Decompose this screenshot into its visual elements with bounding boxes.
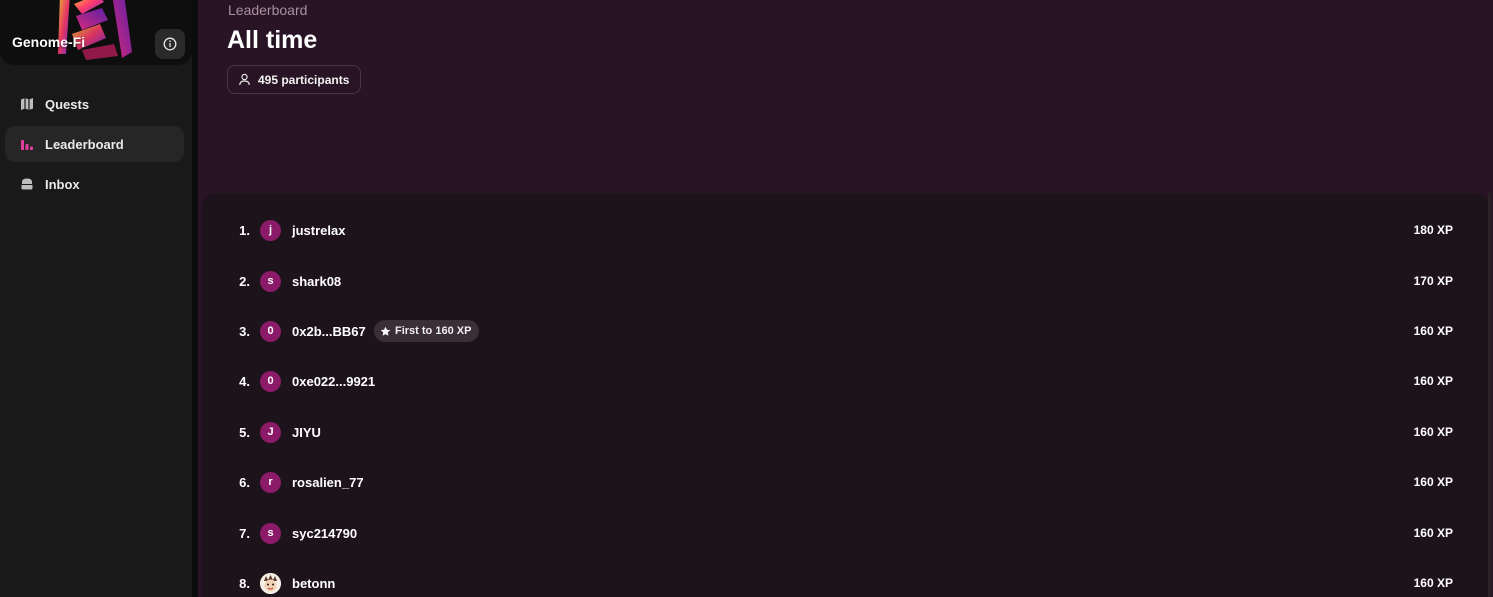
xp-value: 180 XP (1413, 223, 1453, 237)
rank: 7. (239, 525, 250, 541)
brand-logo-art (52, 0, 142, 64)
app-root: Genome-Fi Quests Leaderboard Inbox Leade… (0, 0, 1493, 597)
username[interactable]: justrelax (292, 223, 345, 238)
avatar: s (260, 270, 281, 292)
leaderboard-row[interactable]: 4. 0 0xe022...9921 160 XP (202, 361, 1489, 401)
username[interactable]: JIYU (292, 425, 321, 440)
inbox-icon (19, 176, 35, 192)
avatar: J (260, 421, 281, 443)
info-icon (163, 37, 177, 51)
bar-chart-icon (19, 136, 35, 152)
sidebar-item-label: Leaderboard (45, 136, 124, 152)
xp-value: 160 XP (1413, 324, 1453, 338)
main-content: Leaderboard All time 495 participants 1.… (198, 0, 1493, 597)
leaderboard-row[interactable]: 3. 0 0x2b...BB67 First to 160 XP 160 XP (202, 311, 1489, 351)
brand-name: Genome-Fi (12, 34, 86, 50)
badge-label: First to 160 XP (395, 325, 472, 337)
avatar: 0 (260, 320, 281, 342)
sidebar-nav: Quests Leaderboard Inbox (5, 86, 184, 206)
xp-value: 160 XP (1413, 526, 1453, 540)
achievement-badge: First to 160 XP (374, 320, 480, 342)
xp-value: 160 XP (1413, 374, 1453, 388)
scrollbar[interactable] (1488, 193, 1491, 597)
page-title: All time (227, 26, 318, 54)
username[interactable]: syc214790 (292, 526, 357, 541)
username[interactable]: 0x2b...BB67 (292, 324, 366, 339)
xp-value: 160 XP (1413, 425, 1453, 439)
rank: 5. (239, 424, 250, 440)
sidebar-item-leaderboard[interactable]: Leaderboard (5, 126, 184, 162)
rank: 3. (239, 323, 250, 339)
avatar: j (260, 219, 281, 241)
avatar: r (260, 471, 281, 493)
username[interactable]: rosalien_77 (292, 475, 364, 490)
breadcrumb: Leaderboard (228, 2, 308, 18)
rank: 2. (239, 273, 250, 289)
cartoon-face-icon (260, 572, 281, 594)
sidebar: Genome-Fi Quests Leaderboard Inbox (0, 0, 192, 597)
sidebar-item-inbox[interactable]: Inbox (5, 166, 184, 202)
brand-header: Genome-Fi (0, 0, 192, 65)
participants-count: 495 participants (227, 65, 362, 94)
leaderboard-row[interactable]: 8. betonn 160 XP (202, 563, 1489, 597)
sidebar-item-label: Quests (45, 96, 90, 112)
username[interactable]: 0xe022...9921 (292, 374, 375, 389)
info-button[interactable] (155, 29, 185, 59)
avatar-image (260, 572, 281, 594)
rank: 1. (239, 222, 250, 238)
avatar: 0 (260, 370, 281, 392)
avatar: s (260, 522, 281, 544)
leaderboard-row[interactable]: 6. r rosalien_77 160 XP (202, 462, 1489, 502)
star-icon (380, 326, 391, 336)
sidebar-item-quests[interactable]: Quests (5, 86, 184, 122)
leaderboard-row[interactable]: 2. s shark08 170 XP (202, 261, 1489, 301)
leaderboard-row[interactable]: 5. J JIYU 160 XP (202, 412, 1489, 452)
rank: 6. (239, 474, 250, 490)
sidebar-item-label: Inbox (45, 176, 80, 192)
rank: 8. (239, 575, 250, 591)
participants-label: 495 participants (258, 72, 350, 87)
map-icon (19, 96, 35, 112)
username[interactable]: betonn (292, 576, 335, 591)
user-icon (239, 73, 250, 86)
leaderboard-row[interactable]: 7. s syc214790 160 XP (202, 513, 1489, 553)
xp-value: 160 XP (1413, 475, 1453, 489)
xp-value: 170 XP (1413, 274, 1453, 288)
rank: 4. (239, 373, 250, 389)
xp-value: 160 XP (1413, 576, 1453, 590)
username[interactable]: shark08 (292, 274, 341, 289)
leaderboard-list: 1. j justrelax 180 XP 2. s shark08 170 X… (202, 193, 1489, 597)
leaderboard-row[interactable]: 1. j justrelax 180 XP (202, 210, 1489, 250)
